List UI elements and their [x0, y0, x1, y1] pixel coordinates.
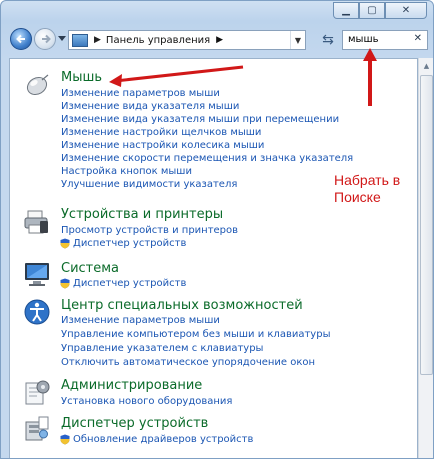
arrow-to-mouse-icon — [109, 65, 244, 87]
annotation-arrows — [109, 48, 377, 106]
explorer-window: ▁ ▢ ✕ ▶ Панель управления ▶ ▼ ⇆ мышь ✕ М… — [0, 0, 434, 459]
arrow-to-search-icon — [363, 48, 377, 106]
